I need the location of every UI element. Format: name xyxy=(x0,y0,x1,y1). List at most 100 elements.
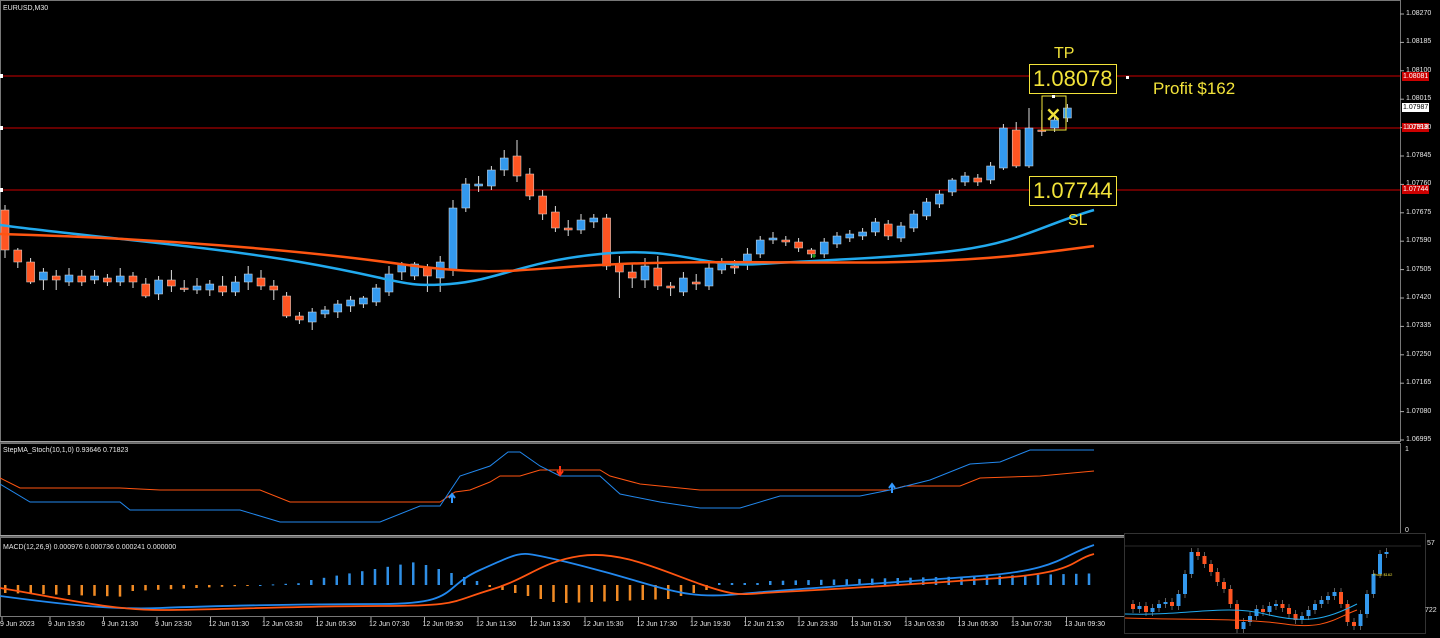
fast-ma-line xyxy=(0,208,1095,287)
time-tick-label: 13 Jun 03:30 xyxy=(904,621,945,628)
mini-axis-top: 57 xyxy=(1427,540,1435,547)
candle-body xyxy=(1063,107,1072,119)
candle-body xyxy=(551,211,560,229)
candle-body xyxy=(858,231,867,237)
macd-histogram-bar xyxy=(679,585,683,596)
candle-body xyxy=(179,287,189,290)
macd-histogram-bar xyxy=(284,583,287,585)
candle-body xyxy=(768,237,778,241)
mini-candle-body xyxy=(1176,594,1181,606)
candle-body xyxy=(64,274,74,283)
candle-body xyxy=(243,273,253,283)
mini-candle-body xyxy=(1235,604,1239,629)
candle-body xyxy=(39,271,48,281)
candle-body xyxy=(192,285,202,291)
candle-body xyxy=(51,275,61,281)
mini-candle-body xyxy=(1144,606,1148,612)
candle-body xyxy=(307,311,317,323)
sl-label: SL xyxy=(1068,212,1088,229)
tp-label: TP xyxy=(1054,45,1075,62)
mini-candle-body xyxy=(1131,604,1135,609)
sl-price-box[interactable]: 1.07744 xyxy=(1029,176,1117,206)
close-trade-icon[interactable]: × xyxy=(1045,102,1062,126)
candle-body xyxy=(973,177,983,183)
mini-candle-body xyxy=(1189,552,1194,574)
candle-body xyxy=(909,213,919,229)
mini-candle-body xyxy=(1228,589,1233,604)
candle-body xyxy=(1024,127,1034,167)
candle-body xyxy=(474,183,483,187)
candle-body xyxy=(666,285,675,289)
candle-body xyxy=(832,235,842,245)
macd-histogram-bar xyxy=(169,585,173,590)
macd-histogram-bar xyxy=(67,585,71,595)
macd-histogram-bar xyxy=(144,585,147,591)
macd-histogram-bar xyxy=(310,580,313,585)
mini-candle-body xyxy=(1339,592,1343,604)
mini-candle-body xyxy=(1261,609,1265,612)
mini-candle-body xyxy=(1137,606,1142,609)
macd-histogram-bar xyxy=(42,585,45,595)
mini-axis-bottom: 722 xyxy=(1425,607,1437,614)
mini-candle-body xyxy=(1209,564,1213,572)
price-tick-label: 1.08185 xyxy=(1406,38,1432,46)
profit-label: Profit $162 xyxy=(1153,79,1236,98)
current-price-tag: 1.07987 xyxy=(1402,103,1430,112)
macd-histogram-bar xyxy=(769,581,772,585)
macd-histogram-bar xyxy=(539,585,542,599)
macd-histogram-bar xyxy=(80,585,83,596)
macd-histogram-bar xyxy=(386,566,389,585)
candle-body xyxy=(487,169,496,187)
time-tick-label: 12 Jun 07:30 xyxy=(369,621,410,628)
macd-histogram-bar xyxy=(577,585,581,603)
tp-price-box[interactable]: 1.08078 xyxy=(1029,64,1117,94)
macd-histogram-bar xyxy=(641,585,644,600)
mini-chart-thumbnail[interactable]: 57 722 Profit $162 xyxy=(1124,533,1437,634)
time-tick-label: 12 Jun 23:30 xyxy=(797,621,838,628)
mini-candle-body xyxy=(1313,604,1317,610)
macd-histogram-bar xyxy=(373,569,377,585)
candle-body xyxy=(653,267,663,287)
candle-body xyxy=(423,267,432,277)
macd-histogram-bar xyxy=(297,583,300,585)
macd-histogram-bar xyxy=(93,585,96,596)
stoch-signal-line xyxy=(0,469,1095,503)
mini-candle-body xyxy=(1280,604,1285,608)
macd-histogram-bar xyxy=(106,585,109,597)
mini-candle-body xyxy=(1358,614,1363,626)
time-tick-label: 9 Jun 19:30 xyxy=(48,621,85,628)
candle-body xyxy=(346,299,355,307)
macd-histogram-bar xyxy=(565,585,568,603)
chart-symbol: EURUSD,M30 xyxy=(3,5,49,12)
stoch-panel-title: StepMA_Stoch(10,1,0) 0.93646 0.71823 xyxy=(3,447,129,454)
mini-slow-ma xyxy=(1124,609,1358,627)
time-tick-label: 12 Jun 03:30 xyxy=(262,621,303,628)
mini-candle-body xyxy=(1202,556,1207,564)
candle-body xyxy=(845,233,855,239)
mini-candle-body xyxy=(1274,604,1278,606)
price-tick-label: 1.07420 xyxy=(1406,294,1432,301)
time-tick-label: 12 Jun 15:30 xyxy=(583,621,624,628)
macd-histogram-bar xyxy=(131,585,134,591)
candle-body xyxy=(320,309,330,315)
time-tick-label: 12 Jun 13:30 xyxy=(529,621,570,628)
time-tick-label: 12 Jun 01:30 xyxy=(208,621,249,628)
candle-body xyxy=(576,219,586,231)
level-marker xyxy=(0,188,3,192)
time-tick-label: 12 Jun 09:30 xyxy=(422,621,463,628)
time-tick-label: 12 Jun 17:30 xyxy=(636,621,677,628)
candle-body xyxy=(986,165,995,181)
macd-histogram-bar xyxy=(730,583,734,585)
candle-body xyxy=(103,277,112,283)
price-tick-label: 1.07760 xyxy=(1406,180,1432,188)
mini-candle-body xyxy=(1365,594,1369,614)
candle-body xyxy=(627,271,637,279)
macd-histogram-bar xyxy=(692,585,695,593)
macd-histogram-bar xyxy=(399,564,402,585)
macd-histogram-bar xyxy=(195,585,198,588)
candle-body xyxy=(499,157,509,171)
macd-histogram-bar xyxy=(488,585,491,587)
macd-histogram-bar xyxy=(526,585,530,596)
candle-body xyxy=(269,285,279,291)
macd-histogram-bar xyxy=(182,585,185,589)
